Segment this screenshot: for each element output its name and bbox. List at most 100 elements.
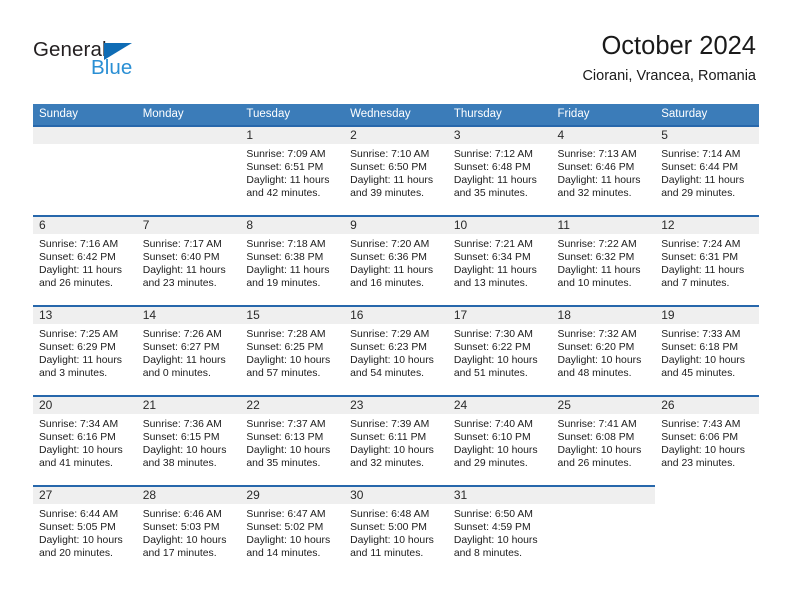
page-title: October 2024 [601, 32, 756, 60]
day-cell-inner: 5 Sunrise: 7:14 AM Sunset: 6:44 PM Daylight… [655, 125, 759, 215]
sunset-time: Sunset: 6:50 PM [350, 162, 427, 174]
calendar-day-cell[interactable]: 22 Sunrise: 7:37 AM Sunset: 6:13 PM Dayligh… [240, 395, 345, 485]
calendar-day-cell[interactable]: 15 Sunrise: 7:28 AM Sunset: 6:25 PM Dayligh… [240, 305, 345, 395]
day-number [551, 487, 656, 504]
day-number [33, 127, 137, 144]
daylight-line-1: Daylight: 10 hours [142, 445, 227, 457]
daylight-line-1: Daylight: 11 hours [39, 355, 122, 367]
sunset-time: Sunset: 6:27 PM [142, 342, 220, 354]
day-details: Sunrise: 7:37 AM Sunset: 6:13 PM Daylight:… [240, 414, 344, 470]
calendar-day-cell[interactable]: 2 Sunrise: 7:10 AM Sunset: 6:50 PM Daylight… [344, 125, 448, 215]
day-details: Sunrise: 7:14 AM Sunset: 6:44 PM Daylight:… [655, 144, 759, 200]
sunrise-time: Sunrise: 7:30 AM [453, 329, 533, 340]
daylight-line-1: Daylight: 11 hours [142, 355, 226, 367]
calendar-day-cell[interactable]: 27 Sunrise: 6:44 AM Sunset: 5:05 PM Dayligh… [33, 485, 137, 575]
calendar-day-cell[interactable]: 18 Sunrise: 7:32 AM Sunset: 6:20 PM Dayligh… [551, 305, 656, 395]
day-cell-inner: 7 Sunrise: 7:17 AM Sunset: 6:40 PM Daylight… [136, 215, 241, 305]
calendar-day-cell[interactable]: 6 Sunrise: 7:16 AM Sunset: 6:42 PM Daylight… [33, 215, 137, 305]
day-number: 29 [240, 487, 345, 504]
calendar-day-cell[interactable]: 30 Sunrise: 6:48 AM Sunset: 5:00 PM Dayligh… [344, 485, 448, 575]
day-number: 14 [136, 307, 241, 324]
weekday-header-saturday: Saturday [655, 104, 759, 125]
calendar-week-row: 27 Sunrise: 6:44 AM Sunset: 5:05 PM Dayligh… [33, 485, 759, 575]
calendar-day-cell[interactable]: 5 Sunrise: 7:14 AM Sunset: 6:44 PM Daylight… [655, 125, 759, 215]
day-cell-inner [136, 125, 241, 215]
calendar-day-cell[interactable]: 25 Sunrise: 7:41 AM Sunset: 6:08 PM Dayligh… [551, 395, 656, 485]
day-number: 10 [447, 217, 552, 234]
sunrise-time: Sunrise: 7:20 AM [350, 239, 430, 250]
daylight-line-1: Daylight: 10 hours [350, 445, 434, 457]
calendar-day-cell[interactable]: 1 Sunrise: 7:09 AM Sunset: 6:51 PM Daylight… [240, 125, 345, 215]
day-cell-inner: 17 Sunrise: 7:30 AM Sunset: 6:22 PM Dayligh… [447, 305, 552, 395]
day-details: Sunrise: 6:50 AM Sunset: 4:59 PM Daylight:… [448, 504, 552, 560]
sunset-time: Sunset: 6:38 PM [246, 252, 324, 264]
day-details: Sunrise: 6:44 AM Sunset: 5:05 PM Daylight:… [33, 504, 137, 560]
sunset-time: Sunset: 6:23 PM [350, 342, 427, 354]
calendar-day-cell[interactable]: 3 Sunrise: 7:12 AM Sunset: 6:48 PM Daylight… [447, 125, 552, 215]
daylight-line-1: Daylight: 10 hours [453, 355, 538, 367]
day-cell-inner: 16 Sunrise: 7:29 AM Sunset: 6:23 PM Dayligh… [344, 305, 448, 395]
sunset-time: Sunset: 6:10 PM [453, 432, 531, 444]
day-details: Sunrise: 7:29 AM Sunset: 6:23 PM Daylight:… [344, 324, 448, 380]
sunrise-time: Sunrise: 7:25 AM [39, 329, 119, 340]
day-details: Sunrise: 6:47 AM Sunset: 5:02 PM Daylight:… [240, 504, 344, 560]
day-details: Sunrise: 7:09 AM Sunset: 6:51 PM Daylight:… [240, 144, 344, 200]
calendar-day-cell[interactable]: 19 Sunrise: 7:33 AM Sunset: 6:18 PM Dayligh… [655, 305, 759, 395]
day-cell-inner: 1 Sunrise: 7:09 AM Sunset: 6:51 PM Daylight… [240, 125, 345, 215]
day-number: 25 [551, 397, 656, 414]
calendar-day-cell[interactable]: 31 Sunrise: 6:50 AM Sunset: 4:59 PM Dayligh… [447, 485, 552, 575]
sunrise-time: Sunrise: 7:10 AM [350, 149, 430, 160]
weekday-header-wednesday: Wednesday [344, 104, 448, 125]
day-number [136, 127, 241, 144]
day-number: 22 [240, 397, 345, 414]
day-number: 21 [136, 397, 241, 414]
calendar-day-cell[interactable]: 11 Sunrise: 7:22 AM Sunset: 6:32 PM Dayligh… [551, 215, 656, 305]
calendar-day-cell[interactable]: 13 Sunrise: 7:25 AM Sunset: 6:29 PM Dayligh… [33, 305, 137, 395]
day-details: Sunrise: 7:10 AM Sunset: 6:50 PM Daylight:… [344, 144, 448, 200]
calendar-day-cell[interactable]: 14 Sunrise: 7:26 AM Sunset: 6:27 PM Dayligh… [136, 305, 241, 395]
daylight-line-2: and 0 minutes. [142, 368, 211, 380]
day-number: 17 [447, 307, 552, 324]
calendar-day-cell[interactable]: 8 Sunrise: 7:18 AM Sunset: 6:38 PM Daylight… [240, 215, 345, 305]
day-details: Sunrise: 7:13 AM Sunset: 6:46 PM Daylight:… [552, 144, 656, 200]
day-number: 11 [551, 217, 656, 234]
calendar-day-cell[interactable]: 12 Sunrise: 7:24 AM Sunset: 6:31 PM Dayligh… [655, 215, 759, 305]
calendar-day-cell[interactable]: 4 Sunrise: 7:13 AM Sunset: 6:46 PM Daylight… [551, 125, 656, 215]
daylight-line-1: Daylight: 11 hours [557, 265, 641, 277]
day-number: 28 [136, 487, 241, 504]
calendar-day-cell[interactable]: 21 Sunrise: 7:36 AM Sunset: 6:15 PM Dayligh… [136, 395, 241, 485]
sunset-time: Sunset: 6:51 PM [246, 162, 324, 174]
day-details: Sunrise: 7:28 AM Sunset: 6:25 PM Daylight:… [240, 324, 344, 380]
calendar-day-cell[interactable]: 28 Sunrise: 6:46 AM Sunset: 5:03 PM Dayligh… [136, 485, 241, 575]
day-cell-inner: 28 Sunrise: 6:46 AM Sunset: 5:03 PM Dayligh… [136, 485, 241, 575]
calendar-day-cell[interactable]: 29 Sunrise: 6:47 AM Sunset: 5:02 PM Dayligh… [240, 485, 345, 575]
daylight-line-2: and 35 minutes. [246, 458, 321, 470]
calendar-day-cell[interactable]: 17 Sunrise: 7:30 AM Sunset: 6:22 PM Dayligh… [447, 305, 552, 395]
sunrise-time: Sunrise: 7:26 AM [142, 329, 222, 340]
calendar-day-cell[interactable]: 9 Sunrise: 7:20 AM Sunset: 6:36 PM Daylight… [344, 215, 448, 305]
daylight-line-1: Daylight: 10 hours [246, 445, 331, 457]
calendar-day-cell[interactable]: 20 Sunrise: 7:34 AM Sunset: 6:16 PM Dayligh… [33, 395, 137, 485]
calendar-day-cell[interactable]: 23 Sunrise: 7:39 AM Sunset: 6:11 PM Dayligh… [344, 395, 448, 485]
calendar-day-cell[interactable]: 7 Sunrise: 7:17 AM Sunset: 6:40 PM Daylight… [136, 215, 241, 305]
calendar-day-cell[interactable]: 10 Sunrise: 7:21 AM Sunset: 6:34 PM Dayligh… [447, 215, 552, 305]
calendar-day-cell[interactable]: 26 Sunrise: 7:43 AM Sunset: 6:06 PM Dayligh… [655, 395, 759, 485]
calendar-table: Sunday Monday Tuesday Wednesday Thursday… [33, 104, 759, 575]
day-cell-inner: 4 Sunrise: 7:13 AM Sunset: 6:46 PM Daylight… [551, 125, 656, 215]
sunset-time: Sunset: 6:08 PM [557, 432, 635, 444]
calendar-week-row: 20 Sunrise: 7:34 AM Sunset: 6:16 PM Dayligh… [33, 395, 759, 485]
sunrise-time: Sunrise: 6:44 AM [39, 509, 119, 520]
daylight-line-1: Daylight: 11 hours [142, 265, 226, 277]
sunset-time: Sunset: 4:59 PM [453, 522, 531, 534]
sunset-time: Sunset: 5:02 PM [246, 522, 324, 534]
calendar-day-cell[interactable]: 24 Sunrise: 7:40 AM Sunset: 6:10 PM Dayligh… [447, 395, 552, 485]
daylight-line-1: Daylight: 10 hours [246, 355, 331, 367]
daylight-line-2: and 23 minutes. [661, 458, 736, 470]
daylight-line-1: Daylight: 10 hours [661, 445, 745, 457]
daylight-line-2: and 32 minutes. [350, 458, 425, 470]
sunrise-time: Sunrise: 6:46 AM [142, 509, 222, 520]
daylight-line-2: and 10 minutes. [557, 278, 632, 290]
weekday-header-thursday: Thursday [447, 104, 552, 125]
calendar-day-cell[interactable]: 16 Sunrise: 7:29 AM Sunset: 6:23 PM Dayligh… [344, 305, 448, 395]
daylight-line-1: Daylight: 10 hours [661, 355, 745, 367]
